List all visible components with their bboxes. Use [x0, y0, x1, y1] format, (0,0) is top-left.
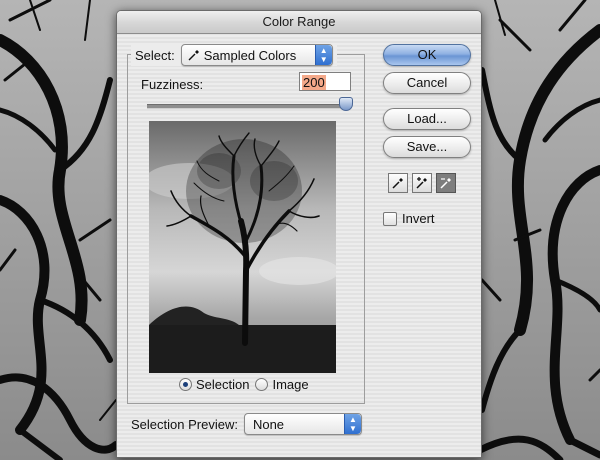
- select-popup[interactable]: Sampled Colors ▲ ▼: [180, 44, 333, 66]
- fuzziness-value: 200: [302, 75, 326, 90]
- eyedropper-tools: [388, 173, 460, 193]
- selection-radio[interactable]: [179, 378, 192, 391]
- select-label: Select:: [135, 47, 175, 63]
- eyedropper-plus-icon: [416, 177, 427, 189]
- color-range-dialog: Color Range Select: Sampled Colors ▲ ▼ Fu…: [116, 10, 482, 458]
- invert-checkbox[interactable]: [383, 211, 397, 226]
- selection-preview-value: None: [252, 416, 285, 432]
- image-radio[interactable]: [255, 378, 269, 391]
- popup-arrows-icon: ▲ ▼: [343, 414, 361, 434]
- load-button[interactable]: Load...: [383, 108, 471, 130]
- fuzziness-label: Fuzziness:: [141, 77, 204, 92]
- select-row: Select: Sampled Colors ▲ ▼: [131, 44, 337, 66]
- fuzziness-slider-thumb[interactable]: [339, 97, 353, 111]
- ok-button[interactable]: OK: [383, 44, 471, 66]
- popup-arrows-icon: ▲ ▼: [314, 45, 332, 65]
- preview-mode-radios: Selection Image: [179, 377, 315, 392]
- selection-preview-row: Selection Preview: None ▲ ▼: [131, 413, 362, 435]
- save-button[interactable]: Save...: [383, 136, 471, 158]
- fuzziness-slider-track[interactable]: [147, 104, 351, 109]
- tree-preview-image: [149, 121, 336, 373]
- image-radio-label[interactable]: Image: [272, 377, 308, 392]
- eyedropper-plus-tool[interactable]: [412, 173, 432, 193]
- selection-radio-label[interactable]: Selection: [196, 377, 249, 392]
- eyedropper-minus-tool[interactable]: [436, 173, 456, 193]
- preview-image[interactable]: [149, 121, 336, 373]
- invert-label[interactable]: Invert: [402, 211, 435, 226]
- eyedropper-tool[interactable]: [388, 173, 408, 193]
- dialog-title: Color Range: [117, 11, 481, 34]
- select-value: Sampled Colors: [203, 47, 297, 63]
- eyedropper-icon: [392, 178, 403, 189]
- selection-preview-popup[interactable]: None ▲ ▼: [243, 413, 362, 435]
- eyedropper-icon: [188, 50, 199, 61]
- eyedropper-minus-icon: [440, 178, 451, 189]
- invert-option[interactable]: Invert: [383, 211, 435, 226]
- cancel-button[interactable]: Cancel: [383, 72, 471, 94]
- selection-preview-label: Selection Preview:: [131, 416, 238, 432]
- fuzziness-input[interactable]: 200: [299, 72, 351, 91]
